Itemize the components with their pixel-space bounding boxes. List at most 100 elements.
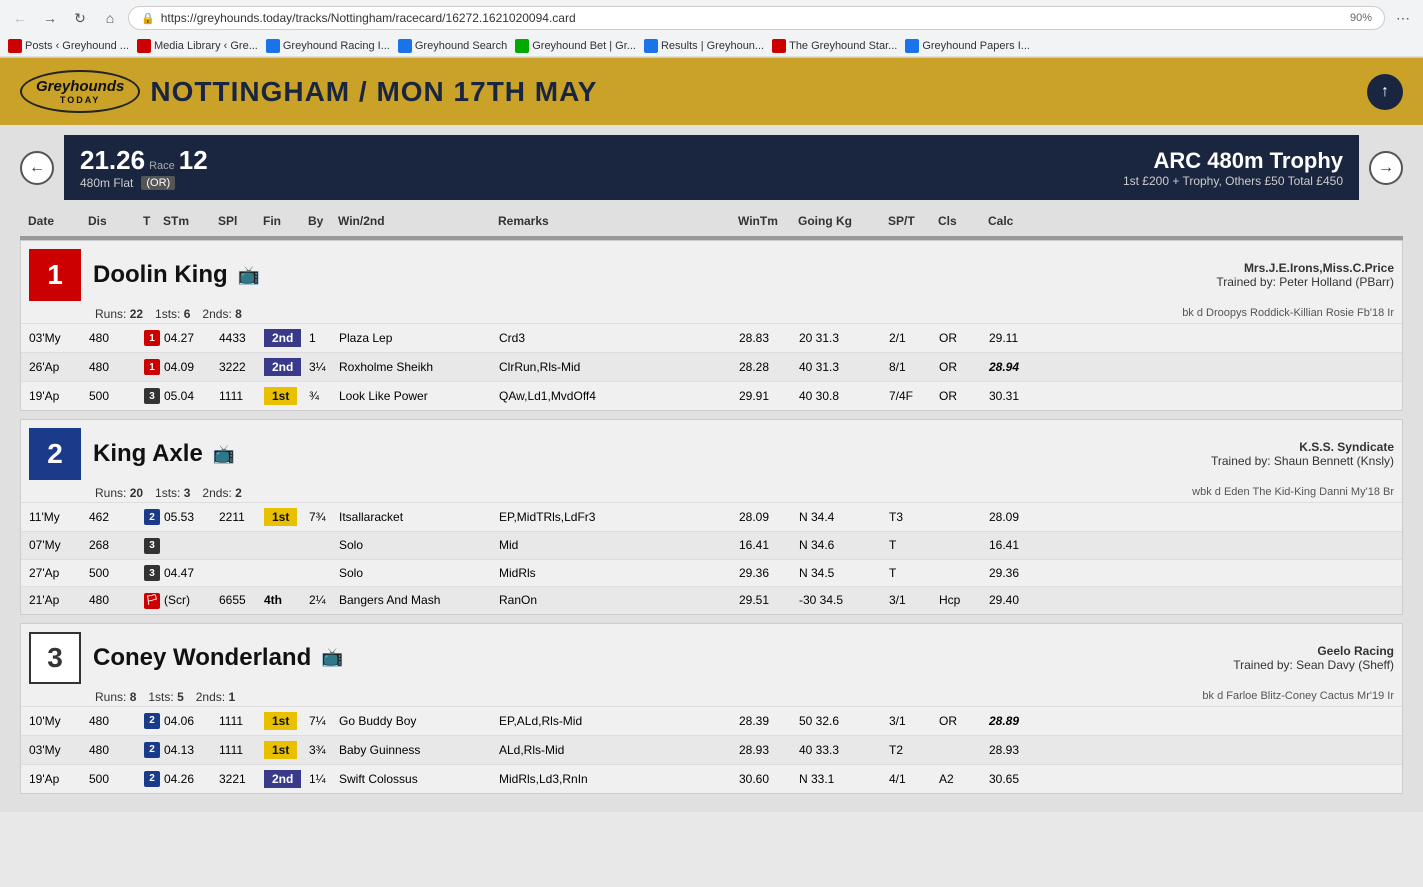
tv-icon-1: 📺 — [238, 265, 260, 286]
menu-button[interactable]: ⋯ — [1391, 6, 1415, 30]
cell-dis: 480 — [85, 329, 140, 347]
cell-cls: OR — [935, 329, 985, 347]
dog-runs-1: Runs: 22 1sts: 6 2nds: 8 — [95, 307, 242, 321]
page-content: Greyhounds TODAY Nottingham / Mon 17th M… — [0, 58, 1423, 812]
dog-name-2: King Axle — [93, 440, 203, 468]
dog-owner-1: Mrs.J.E.Irons,Miss.C.Price Trained by: P… — [744, 261, 1395, 289]
browser-chrome: ← → ↻ ⌂ 🔒 https://greyhounds.today/track… — [0, 0, 1423, 58]
cell-spl: 4433 — [215, 329, 260, 347]
dog-owner-3: Geelo Racing Trained by: Sean Davy (Shef… — [744, 644, 1395, 672]
col-date: Date — [24, 212, 84, 230]
cell-spl: 1111 — [215, 387, 260, 405]
dog-breed-3: bk d Farloe Blitz-Coney Cactus Mr'19 Ir — [1202, 690, 1394, 704]
cell-trap: 3 — [140, 386, 160, 407]
dog-meta-2: Runs: 20 1sts: 3 2nds: 2 wbk d Eden The … — [21, 484, 1402, 502]
address-bar[interactable]: 🔒 https://greyhounds.today/tracks/Nottin… — [128, 6, 1385, 30]
col-spt: SP/T — [884, 212, 934, 230]
cell-wintm: 29.91 — [735, 387, 795, 405]
table-row: 11'My 462 2 05.53 2211 1st 7¾ Itsallarac… — [21, 502, 1402, 531]
cell-win: Roxholme Sheikh — [335, 358, 495, 376]
cell-cls: OR — [935, 387, 985, 405]
race-container: ← 21.26 Race 12 480m Flat (OR) ARC 480m … — [0, 125, 1423, 812]
bookmark-posts[interactable]: Posts ‹ Greyhound ... — [8, 39, 129, 53]
cell-spt: 2/1 — [885, 329, 935, 347]
dog-section-1: 1 Doolin King 📺 Mrs.J.E.Irons,Miss.C.Pri… — [20, 240, 1403, 411]
dog-header-2: 2 King Axle 📺 K.S.S. Syndicate Trained b… — [21, 420, 1402, 484]
bookmark-bet[interactable]: Greyhound Bet | Gr... — [515, 39, 636, 53]
back-button[interactable]: ← — [8, 6, 32, 30]
bookmark-favicon — [515, 39, 529, 53]
forward-button[interactable]: → — [38, 6, 62, 30]
col-fin: Fin — [259, 212, 304, 230]
cell-calc: 30.31 — [985, 387, 1055, 405]
dog-badge-3: 3 — [29, 632, 81, 684]
tv-icon-3: 📺 — [321, 647, 343, 668]
home-button[interactable]: ⌂ — [98, 6, 122, 30]
dog-header-1: 1 Doolin King 📺 Mrs.J.E.Irons,Miss.C.Pri… — [21, 241, 1402, 305]
reload-button[interactable]: ↻ — [68, 6, 92, 30]
cell-calc: 29.11 — [985, 329, 1055, 347]
dog-badge-2: 2 — [29, 428, 81, 480]
race-prize: 1st £200 + Trophy, Others £50 Total £450 — [1123, 174, 1343, 188]
bookmark-search[interactable]: Greyhound Search — [398, 39, 507, 53]
col-dis: Dis — [84, 212, 139, 230]
col-t: T — [139, 212, 159, 230]
race-label: Race — [149, 160, 175, 172]
cell-cls: OR — [935, 358, 985, 376]
table-row: 07'My 268 3 Solo Mid 16.41 N 34.6 T 16.4… — [21, 531, 1402, 559]
cell-date: 26'Ap — [25, 358, 85, 376]
cell-date: 03'My — [25, 329, 85, 347]
cell-remarks: QAw,Ld1,MvdOff4 — [495, 387, 735, 405]
cell-dis: 480 — [85, 358, 140, 376]
race-title: ARC 480m Trophy — [1123, 148, 1343, 174]
dog-runs-2: Runs: 20 1sts: 3 2nds: 2 — [95, 486, 242, 500]
cell-spt: 8/1 — [885, 358, 935, 376]
dog-meta-3: Runs: 8 1sts: 5 2nds: 1 bk d Farloe Blit… — [21, 688, 1402, 706]
bookmark-racing[interactable]: Greyhound Racing I... — [266, 39, 390, 53]
logo-text-main: Greyhounds — [36, 78, 124, 95]
cell-remarks: Crd3 — [495, 329, 735, 347]
prev-race-button[interactable]: ← — [20, 151, 54, 185]
col-calc: Calc — [984, 212, 1054, 230]
bookmark-results[interactable]: Results | Greyhoun... — [644, 39, 764, 53]
bookmark-media[interactable]: Media Library ‹ Gre... — [137, 39, 258, 53]
cell-trap: 1 — [140, 328, 160, 349]
cell-spl: 3222 — [215, 358, 260, 376]
dog-badge-1: 1 — [29, 249, 81, 301]
logo-area: Greyhounds TODAY Nottingham / Mon 17th M… — [20, 70, 597, 113]
cell-stm: 04.27 — [160, 329, 215, 347]
cell-remarks: ClrRun,Rls-Mid — [495, 358, 735, 376]
cell-trap: 1 — [140, 357, 160, 378]
table-row: 27'Ap 500 3 04.47 Solo MidRls 29.36 N 34… — [21, 559, 1402, 587]
col-win2nd: Win/2nd — [334, 212, 494, 230]
race-number: 12 — [179, 145, 208, 176]
cell-going: 40 30.8 — [795, 387, 885, 405]
bookmark-favicon — [8, 39, 22, 53]
cell-stm: 05.04 — [160, 387, 215, 405]
cell-wintm: 28.83 — [735, 329, 795, 347]
dog-meta-1: Runs: 22 1sts: 6 2nds: 8 bk d Droopys Ro… — [21, 305, 1402, 323]
next-race-button[interactable]: → — [1369, 151, 1403, 185]
scroll-up-button[interactable]: ↑ — [1367, 74, 1403, 110]
bookmark-star[interactable]: The Greyhound Star... — [772, 39, 897, 53]
col-cls: Cls — [934, 212, 984, 230]
table-row: 03'My 480 1 04.27 4433 2nd 1 Plaza Lep C… — [21, 323, 1402, 352]
race-info-box: 21.26 Race 12 480m Flat (OR) ARC 480m Tr… — [64, 135, 1359, 200]
col-stm: STm — [159, 212, 214, 230]
cell-date: 19'Ap — [25, 387, 85, 405]
table-row: 26'Ap 480 1 04.09 3222 2nd 3¼ Roxholme S… — [21, 352, 1402, 381]
dog-breed-2: wbk d Eden The Kid-King Danni My'18 Br — [1192, 486, 1394, 500]
browser-toolbar: ← → ↻ ⌂ 🔒 https://greyhounds.today/track… — [0, 0, 1423, 36]
cell-going: 40 31.3 — [795, 358, 885, 376]
bookmark-papers[interactable]: Greyhound Papers I... — [905, 39, 1030, 53]
bookmark-favicon — [905, 39, 919, 53]
dog-section-3: 3 Coney Wonderland 📺 Geelo Racing Traine… — [20, 623, 1403, 794]
race-dist-row: 480m Flat (OR) — [80, 176, 208, 190]
dog-name-1: Doolin King — [93, 261, 228, 289]
bookmark-favicon — [398, 39, 412, 53]
bookmark-favicon — [772, 39, 786, 53]
race-dist: 480m Flat — [80, 176, 133, 190]
table-row: 10'My 480 2 04.06 1111 1st 7¼ Go Buddy B… — [21, 706, 1402, 735]
race-time-row: 21.26 Race 12 — [80, 145, 208, 176]
col-wintm: WinTm — [734, 212, 794, 230]
